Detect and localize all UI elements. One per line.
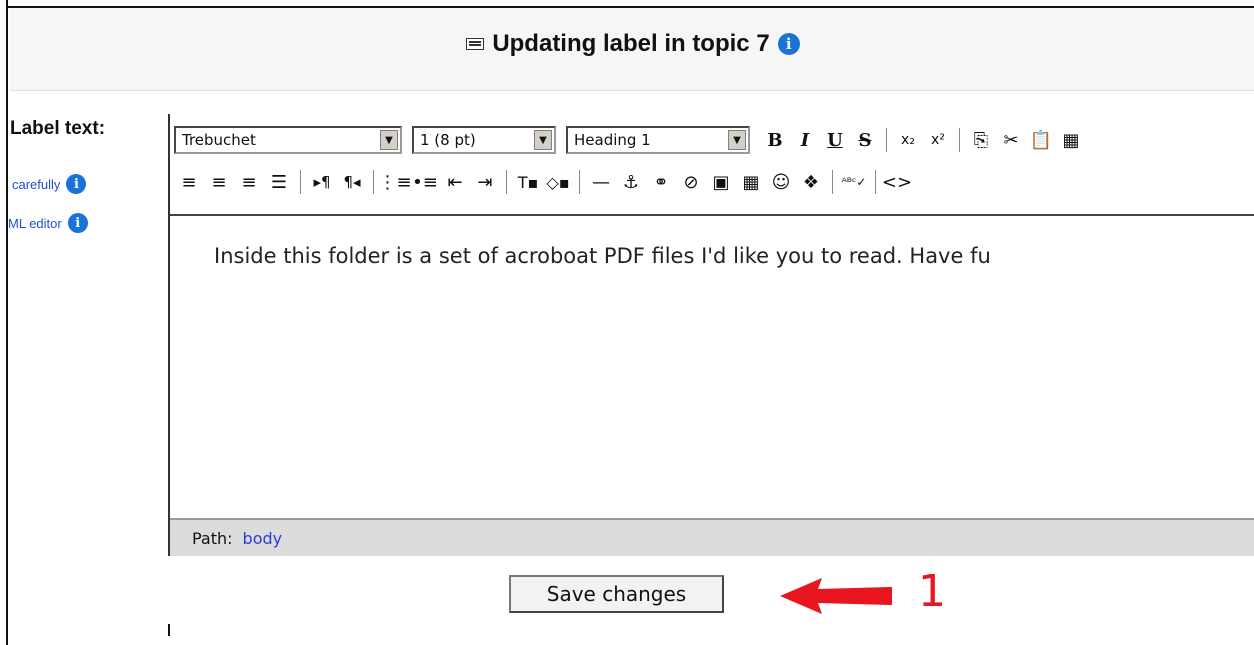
info-icon[interactable]: i: [67, 213, 88, 233]
size-select-value: 1 (8 pt): [420, 131, 476, 149]
toolbar-separator: [959, 128, 960, 152]
chevron-down-icon[interactable]: ▼: [534, 130, 552, 150]
chevron-down-icon[interactable]: ▼: [728, 130, 746, 150]
toolbar-separator: [506, 170, 507, 194]
page-header: Updating label in topic 7 i: [10, 8, 1254, 91]
font-select[interactable]: Trebuchet ▼: [174, 126, 402, 154]
toolbar-separator: [886, 128, 887, 152]
size-select[interactable]: 1 (8 pt) ▼: [412, 126, 556, 154]
editor-content-area[interactable]: Inside this folder is a set of acroboat …: [170, 214, 1254, 518]
paste-word-icon[interactable]: ▦: [1056, 125, 1086, 155]
font-select-value: Trebuchet: [182, 131, 256, 149]
path-body-link[interactable]: body: [243, 529, 283, 548]
text-color-icon[interactable]: T▪: [513, 167, 543, 197]
editor-toolbar: Trebuchet ▼ 1 (8 pt) ▼ Heading 1 ▼ B I U…: [170, 114, 1254, 214]
paste-icon[interactable]: 📋: [1026, 125, 1056, 155]
form-labels: Label text: carefully i ML editor i: [8, 110, 160, 310]
subscript-icon[interactable]: x₂: [893, 125, 923, 155]
format-select[interactable]: Heading 1 ▼: [566, 126, 750, 154]
special-char-icon[interactable]: ❖: [796, 167, 826, 197]
align-justify-icon[interactable]: ☰: [264, 167, 294, 197]
annotation-number: 1: [918, 566, 946, 617]
help-link-text[interactable]: ML editor: [8, 216, 62, 231]
cut-icon[interactable]: ✂: [996, 125, 1026, 155]
rtl-icon[interactable]: ¶◂: [337, 167, 367, 197]
help-link-carefully[interactable]: carefully i: [12, 174, 87, 194]
unlink-icon[interactable]: ⊘: [676, 167, 706, 197]
text-cursor-mark: [168, 624, 170, 636]
align-center-icon[interactable]: ≡: [204, 167, 234, 197]
window-top-border: [8, 0, 1254, 8]
image-icon[interactable]: ▣: [706, 167, 736, 197]
html-source-icon[interactable]: <>: [882, 167, 912, 197]
underline-icon[interactable]: U: [820, 125, 850, 155]
ltr-icon[interactable]: ▸¶: [307, 167, 337, 197]
label-text-heading: Label text:: [10, 118, 106, 139]
info-icon[interactable]: i: [777, 33, 800, 55]
help-link-text[interactable]: carefully: [12, 177, 60, 192]
bold-icon[interactable]: B: [760, 125, 790, 155]
chevron-down-icon[interactable]: ▼: [380, 130, 398, 150]
unordered-list-icon[interactable]: •≡: [410, 167, 440, 197]
toolbar-separator: [832, 170, 833, 194]
superscript-icon[interactable]: x²: [923, 125, 953, 155]
help-link-html-editor[interactable]: ML editor i: [8, 213, 88, 233]
link-icon[interactable]: ⚭: [646, 167, 676, 197]
copy-icon[interactable]: ⎘: [966, 125, 996, 155]
toolbar-row-1: Trebuchet ▼ 1 (8 pt) ▼ Heading 1 ▼ B I U…: [174, 122, 1086, 158]
strikethrough-icon[interactable]: S: [850, 125, 880, 155]
label-icon: [466, 38, 485, 50]
smiley-icon[interactable]: ☺: [766, 167, 796, 197]
page-title: Updating label in topic 7: [492, 30, 770, 57]
editor-status-bar: Path: body: [170, 518, 1254, 556]
info-icon[interactable]: i: [66, 174, 87, 194]
html-editor: Trebuchet ▼ 1 (8 pt) ▼ Heading 1 ▼ B I U…: [168, 114, 1254, 556]
anchor-icon[interactable]: ⚓: [616, 167, 646, 197]
toolbar-separator: [300, 170, 301, 194]
annotation-arrow-icon: [780, 578, 892, 614]
italic-icon[interactable]: I: [790, 125, 820, 155]
toolbar-separator: [579, 170, 580, 194]
background-color-icon[interactable]: ◇▪: [543, 167, 573, 197]
table-icon[interactable]: ▦: [736, 167, 766, 197]
editor-content-text[interactable]: Inside this folder is a set of acroboat …: [214, 244, 1254, 268]
align-right-icon[interactable]: ≡: [234, 167, 264, 197]
outdent-icon[interactable]: ⇤: [440, 167, 470, 197]
toolbar-separator: [875, 170, 876, 194]
indent-icon[interactable]: ⇥: [470, 167, 500, 197]
horizontal-rule-icon[interactable]: —: [586, 167, 616, 197]
ordered-list-icon[interactable]: ⋮≡: [378, 167, 411, 197]
format-select-value: Heading 1: [574, 131, 651, 149]
window-left-border: [0, 0, 8, 645]
toolbar-row-2: ≡ ≡ ≡ ☰ ▸¶ ¶◂ ⋮≡ •≡ ⇤ ⇥ T▪ ◇▪ — ⚓ ⚭ ⊘ ▣ …: [174, 164, 912, 200]
path-label: Path:: [192, 528, 233, 548]
toolbar-separator: [373, 170, 374, 194]
spellcheck-icon[interactable]: ᴬᴮᶜ✓: [839, 167, 869, 197]
align-left-icon[interactable]: ≡: [174, 167, 204, 197]
save-changes-button[interactable]: Save changes: [509, 575, 724, 613]
